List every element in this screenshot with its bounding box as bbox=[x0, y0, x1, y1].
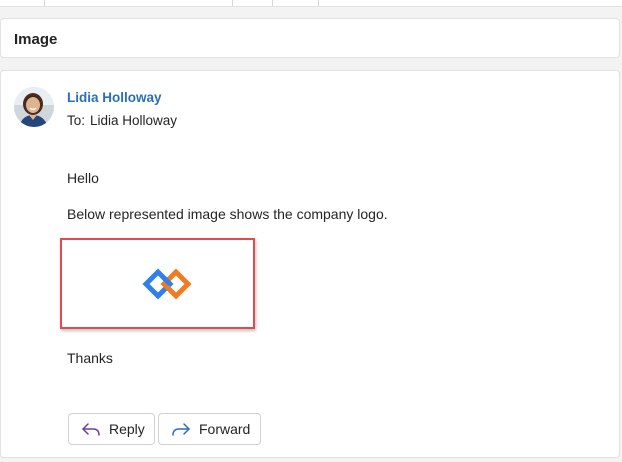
ribbon-divider bbox=[44, 0, 45, 6]
closing-text: Thanks bbox=[67, 350, 113, 366]
highlighted-image-frame bbox=[60, 238, 255, 329]
sender-name[interactable]: Lidia Holloway bbox=[67, 90, 162, 105]
reply-arrow-icon bbox=[82, 423, 100, 436]
ribbon-divider bbox=[318, 0, 319, 6]
forward-arrow-icon bbox=[172, 423, 190, 436]
recipient-name: Lidia Holloway bbox=[90, 113, 178, 128]
message-card: Lidia Holloway To: Lidia Holloway Hello B… bbox=[0, 70, 620, 458]
to-label: To: bbox=[67, 113, 86, 128]
company-logo-icon bbox=[142, 268, 192, 300]
greeting-text: Hello bbox=[67, 170, 99, 186]
ribbon-strip bbox=[0, 0, 622, 7]
recipient-line: To: Lidia Holloway bbox=[67, 113, 177, 128]
forward-button[interactable]: Forward bbox=[158, 413, 261, 445]
ribbon-divider bbox=[272, 0, 273, 6]
ribbon-divider bbox=[232, 0, 233, 6]
reply-button[interactable]: Reply bbox=[68, 413, 155, 445]
intro-text: Below represented image shows the compan… bbox=[67, 206, 388, 222]
reply-label: Reply bbox=[109, 421, 145, 437]
subject-header: Image bbox=[0, 18, 620, 58]
subject-title: Image bbox=[14, 31, 58, 48]
sender-avatar[interactable] bbox=[14, 87, 54, 127]
forward-label: Forward bbox=[199, 421, 251, 437]
